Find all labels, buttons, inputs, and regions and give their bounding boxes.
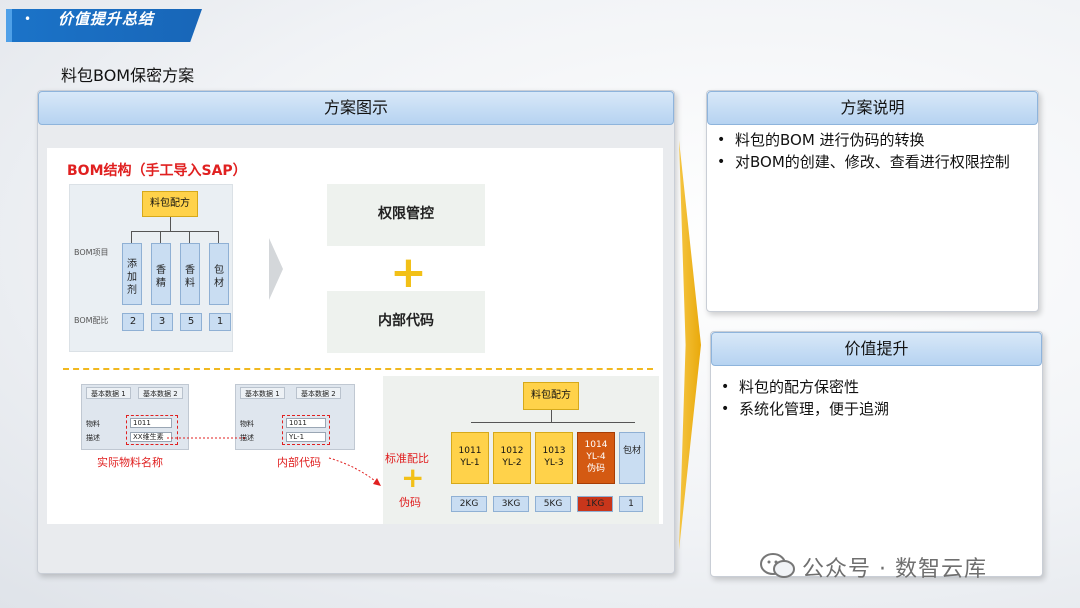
- tree-root-node: 料包配方: [523, 382, 579, 410]
- tree-ratio: 3KG: [493, 496, 529, 512]
- diagram-panel-title: 方案图示: [38, 91, 674, 125]
- solution-description-title: 方案说明: [707, 91, 1038, 125]
- title-bullet: •: [24, 12, 32, 26]
- solution-description-panel: 方案说明 料包的BOM 进行伪码的转换 对BOM的创建、修改、查看进行权限控制: [706, 90, 1039, 312]
- tree-item-name: 包材: [622, 446, 641, 456]
- bullet-item: 料包的BOM 进行伪码的转换: [717, 129, 1028, 151]
- tree-ratio: 5KG: [535, 496, 571, 512]
- value-bullets: 料包的配方保密性 系统化管理，便于追溯: [721, 376, 1032, 420]
- bullet-item: 对BOM的创建、修改、查看进行权限控制: [717, 151, 1028, 173]
- plus-icon: +: [401, 461, 425, 494]
- diagram-canvas: BOM结构（手工导入SAP） 料包配方 BOM项目 BOM配比 添加剂 香精 香…: [47, 148, 663, 524]
- value-improvement-panel: 价值提升 料包的配方保密性 系统化管理，便于追溯: [710, 331, 1043, 577]
- bullet-item: 料包的配方保密性: [721, 376, 1032, 398]
- value-improvement-title: 价值提升: [711, 332, 1042, 366]
- tree-ratio: 2KG: [451, 496, 487, 512]
- tree-ratio: 1: [619, 496, 643, 512]
- tree-item-code: 1013: [542, 446, 566, 456]
- tree-item-name: YL-2: [502, 458, 522, 468]
- tree-item-name: YL-1: [460, 458, 480, 468]
- tree-item-extra: 伪码: [586, 464, 605, 474]
- tree-connector: [471, 422, 635, 423]
- tree-item: 1013 YL-3: [535, 432, 573, 484]
- page-subtitle: 料包BOM保密方案: [61, 66, 195, 85]
- tree-item: 包材: [619, 432, 645, 484]
- watermark-text: 公众号 · 数智云库: [802, 557, 987, 582]
- tree-item-name: YL-3: [544, 458, 564, 468]
- pseudo-code-tree: 标准配比 + 伪码 料包配方 1011 YL-1 1012 YL-2 1013 …: [383, 376, 659, 524]
- tree-item-code: 1012: [500, 446, 524, 456]
- tree-item: 1011 YL-1: [451, 432, 489, 484]
- tree-item: 1012 YL-2: [493, 432, 531, 484]
- solution-bullets: 料包的BOM 进行伪码的转换 对BOM的创建、修改、查看进行权限控制: [717, 129, 1028, 173]
- tree-ratio-pseudo: 1KG: [577, 496, 613, 512]
- caption-pseudo-code: 伪码: [399, 496, 421, 509]
- tree-item-pseudo: 1014 YL-4 伪码: [577, 432, 615, 484]
- tree-item-code: 1014: [584, 440, 608, 450]
- chevron-arrow-icon: [679, 140, 701, 550]
- tree-connector: [551, 410, 552, 422]
- tree-item-name: YL-4: [586, 452, 606, 462]
- wechat-icon: [760, 553, 795, 578]
- bullet-item: 系统化管理，便于追溯: [721, 398, 1032, 420]
- page-title: 价值提升总结: [58, 10, 155, 28]
- tree-item-code: 1011: [458, 446, 482, 456]
